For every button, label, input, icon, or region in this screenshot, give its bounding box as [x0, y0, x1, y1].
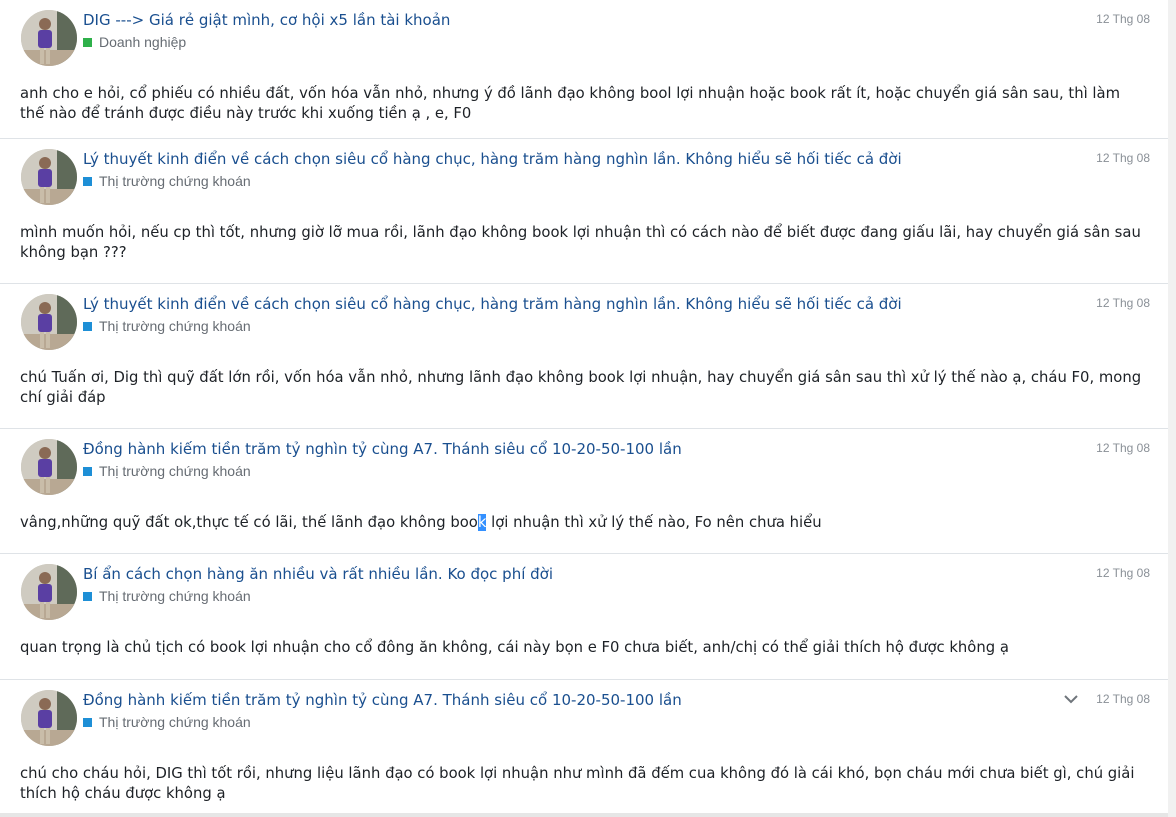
post-category-label: Thị trường chứng khoán	[99, 173, 251, 189]
post-title-link[interactable]: Đồng hành kiếm tiền trăm tỷ nghìn tỷ cùn…	[83, 439, 682, 459]
avatar[interactable]	[21, 149, 77, 205]
post-item: DIG ---> Giá rẻ giật mình, cơ hội x5 lần…	[0, 0, 1168, 139]
post-date: 12 Thg 08	[1096, 296, 1150, 310]
post-item: Lý thuyết kinh điển về cách chọn siêu cổ…	[0, 139, 1168, 284]
post-category-label: Thị trường chứng khoán	[99, 588, 251, 604]
category-color-icon	[83, 176, 92, 186]
post-category[interactable]: Thị trường chứng khoán	[83, 172, 251, 190]
post-body-text: lợi nhuận thì xử lý thế nào, Fo nên chưa…	[486, 514, 822, 531]
category-color-icon	[83, 321, 92, 331]
post-date: 12 Thg 08	[1096, 441, 1150, 455]
post-title-link[interactable]: Lý thuyết kinh điển về cách chọn siêu cổ…	[83, 149, 902, 169]
post-category[interactable]: Thị trường chứng khoán	[83, 713, 251, 731]
avatar[interactable]	[21, 564, 77, 620]
post-title-link[interactable]: Bí ẩn cách chọn hàng ăn nhiều và rất nhi…	[83, 564, 553, 584]
post-header: Đồng hành kiếm tiền trăm tỷ nghìn tỷ cùn…	[0, 680, 1168, 746]
post-body-text: vâng,những quỹ đất ok,thực tế có lãi, th…	[20, 514, 478, 531]
post-title-link[interactable]: DIG ---> Giá rẻ giật mình, cơ hội x5 lần…	[83, 10, 450, 30]
avatar-photo	[21, 294, 77, 350]
post-body: mình muốn hỏi, nếu cp thì tốt, nhưng giờ…	[20, 224, 1141, 261]
avatar-photo	[21, 149, 77, 205]
category-color-icon	[83, 466, 92, 476]
post-item: Đồng hành kiếm tiền trăm tỷ nghìn tỷ cùn…	[0, 429, 1168, 554]
category-color-icon	[83, 591, 92, 601]
chevron-down-icon[interactable]	[1062, 690, 1080, 708]
avatar[interactable]	[21, 10, 77, 66]
post-body: chú cho cháu hỏi, DIG thì tốt rồi, nhưng…	[20, 765, 1135, 802]
post-title-link[interactable]: Lý thuyết kinh điển về cách chọn siêu cổ…	[83, 294, 902, 314]
post-title-link[interactable]: Đồng hành kiếm tiền trăm tỷ nghìn tỷ cùn…	[83, 690, 682, 710]
post-body: quan trọng là chủ tịch có book lợi nhuận…	[20, 639, 1009, 656]
post-item: Lý thuyết kinh điển về cách chọn siêu cổ…	[0, 284, 1168, 429]
vertical-scrollbar[interactable]	[1168, 0, 1176, 817]
post-category[interactable]: Doanh nghiệp	[83, 33, 186, 51]
avatar[interactable]	[21, 294, 77, 350]
post-date: 12 Thg 08	[1096, 151, 1150, 165]
post-category[interactable]: Thị trường chứng khoán	[83, 587, 251, 605]
post-body: anh cho e hỏi, cổ phiếu có nhiều đất, vố…	[20, 85, 1120, 122]
avatar[interactable]	[21, 439, 77, 495]
post-item: Bí ẩn cách chọn hàng ăn nhiều và rất nhi…	[0, 554, 1168, 680]
category-color-icon	[83, 37, 92, 47]
avatar-photo	[21, 564, 77, 620]
post-date: 12 Thg 08	[1096, 566, 1150, 580]
post-header: Lý thuyết kinh điển về cách chọn siêu cổ…	[0, 284, 1168, 350]
category-color-icon	[83, 717, 92, 727]
post-category-label: Thị trường chứng khoán	[99, 463, 251, 479]
horizontal-scrollbar[interactable]	[0, 813, 1168, 817]
post-body: vâng,những quỹ đất ok,thực tế có lãi, th…	[0, 495, 1168, 545]
post-category-label: Doanh nghiệp	[99, 34, 187, 50]
avatar[interactable]	[21, 690, 77, 746]
post-header: Bí ẩn cách chọn hàng ăn nhiều và rất nhi…	[0, 554, 1168, 620]
post-category[interactable]: Thị trường chứng khoán	[83, 462, 251, 480]
avatar-photo	[21, 10, 77, 66]
post-feed: DIG ---> Giá rẻ giật mình, cơ hội x5 lần…	[0, 0, 1168, 817]
avatar-photo	[21, 690, 77, 746]
post-category-label: Thị trường chứng khoán	[99, 714, 251, 730]
post-date: 12 Thg 08	[1096, 692, 1150, 706]
post-category-label: Thị trường chứng khoán	[99, 318, 251, 334]
post-body: chú Tuấn ơi, Dig thì quỹ đất lớn rồi, vố…	[20, 369, 1142, 406]
post-date: 12 Thg 08	[1096, 12, 1150, 26]
post-header: Lý thuyết kinh điển về cách chọn siêu cổ…	[0, 139, 1168, 205]
post-category[interactable]: Thị trường chứng khoán	[83, 317, 251, 335]
avatar-photo	[21, 439, 77, 495]
post-item: Đồng hành kiếm tiền trăm tỷ nghìn tỷ cùn…	[0, 680, 1168, 817]
post-header: Đồng hành kiếm tiền trăm tỷ nghìn tỷ cùn…	[0, 429, 1168, 495]
post-header: DIG ---> Giá rẻ giật mình, cơ hội x5 lần…	[0, 0, 1168, 66]
